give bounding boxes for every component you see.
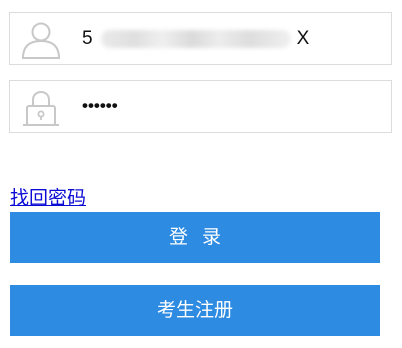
- username-value-start: 5: [82, 27, 93, 49]
- password-field[interactable]: ••••••: [9, 80, 392, 133]
- lock-icon: [20, 89, 62, 127]
- forgot-password-link[interactable]: 找回密码: [10, 187, 86, 211]
- register-button[interactable]: 考生注册: [10, 285, 380, 336]
- username-value-end: X: [296, 27, 310, 49]
- username-field[interactable]: 5 X: [9, 12, 392, 65]
- login-button[interactable]: 登录: [10, 212, 380, 263]
- password-masked-value[interactable]: ••••••: [82, 81, 118, 132]
- user-icon: [20, 21, 62, 59]
- username-redacted-mask: [100, 29, 291, 48]
- username-value[interactable]: 5 X: [82, 13, 309, 64]
